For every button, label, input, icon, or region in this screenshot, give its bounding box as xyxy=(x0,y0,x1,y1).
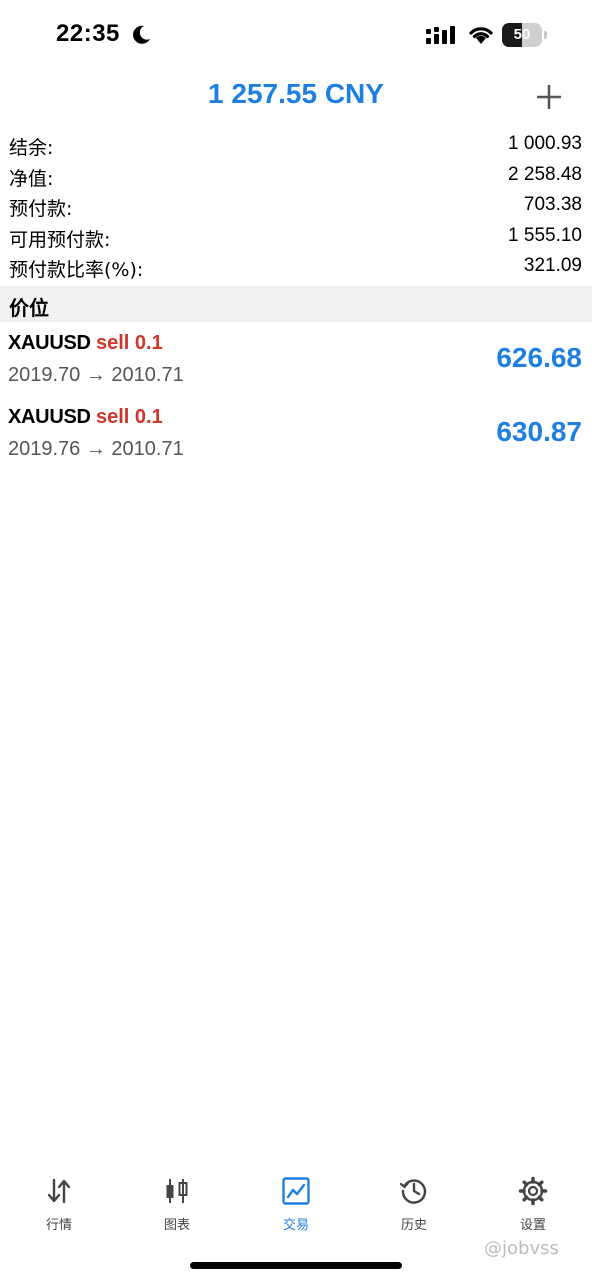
plus-icon[interactable] xyxy=(534,82,564,112)
summary-value: 703.38 xyxy=(523,194,582,215)
position-profit: 630.87 xyxy=(496,416,582,447)
battery-indicator: 50 xyxy=(502,23,548,47)
position-prices: 2019.76 → 2010.71 xyxy=(8,438,184,460)
status-bar: 22:35 50 xyxy=(0,0,592,70)
signal-icon xyxy=(426,26,455,44)
tab-label: 行情 xyxy=(45,1218,72,1233)
position-row[interactable]: XAUUSD sell 0.1 2019.70 → 2010.71 626.68 xyxy=(0,322,592,396)
tab-history[interactable]: 历史 xyxy=(355,1164,473,1234)
summary-value: 1 000.93 xyxy=(508,133,582,154)
quotes-arrows-icon xyxy=(47,1178,71,1204)
candlestick-icon xyxy=(166,1179,188,1203)
tab-charts[interactable]: 图表 xyxy=(118,1164,236,1234)
watermark: @jobvss xyxy=(484,1238,559,1259)
summary-value: 1 555.10 xyxy=(508,224,582,246)
battery-percent: 50 xyxy=(513,26,531,43)
status-time: 22:35 xyxy=(56,20,120,47)
tab-label: 图表 xyxy=(163,1218,190,1233)
tab-settings[interactable]: 设置 xyxy=(474,1164,592,1234)
position-type: sell 0.1 xyxy=(96,332,163,354)
position-profit: 626.68 xyxy=(496,342,582,373)
summary-value: 321.09 xyxy=(523,255,582,276)
summary-label: 预付款比率(%): xyxy=(9,259,144,281)
tab-label: 设置 xyxy=(519,1218,546,1233)
tab-quotes[interactable]: 行情 xyxy=(0,1164,118,1234)
position-symbol: XAUUSD xyxy=(8,406,91,428)
account-balance-title: 1 257.55 CNY xyxy=(208,78,384,109)
summary-label: 预付款: xyxy=(9,198,73,220)
wifi-icon xyxy=(469,27,493,44)
position-row[interactable]: XAUUSD sell 0.1 2019.76 → 2010.71 630.87 xyxy=(0,396,592,470)
tab-trade[interactable]: 交易 xyxy=(237,1164,355,1234)
positions-section-header: 价位 xyxy=(0,286,592,322)
moon-icon xyxy=(133,25,150,44)
history-clock-icon xyxy=(399,1179,427,1204)
trade-chart-icon xyxy=(282,1177,310,1205)
position-type: sell 0.1 xyxy=(96,406,163,428)
summary-row-free-margin: 可用预付款: 1 555.10 xyxy=(0,222,592,253)
home-indicator xyxy=(190,1262,402,1269)
summary-row-margin-level: 预付款比率(%): 321.09 xyxy=(0,252,592,283)
tab-bar: 行情 图表 交易 历史 设置 xyxy=(0,1164,592,1244)
summary-label: 结余: xyxy=(9,137,54,159)
positions-list: XAUUSD sell 0.1 2019.70 → 2010.71 626.68… xyxy=(0,322,592,470)
summary-value: 2 258.48 xyxy=(508,163,582,185)
account-summary: 结余: 1 000.93 净值: 2 258.48 预付款: 703.38 可用… xyxy=(0,130,592,283)
summary-label: 可用预付款: xyxy=(9,228,111,251)
summary-row-equity: 净值: 2 258.48 xyxy=(0,161,592,192)
section-title: 价位 xyxy=(9,296,49,320)
gear-icon xyxy=(518,1176,548,1206)
summary-label: 净值: xyxy=(9,167,54,190)
position-prices: 2019.70 → 2010.71 xyxy=(8,364,184,386)
tab-label: 历史 xyxy=(400,1218,427,1233)
tab-label: 交易 xyxy=(282,1218,309,1233)
summary-row-balance: 结余: 1 000.93 xyxy=(0,130,592,161)
summary-row-margin: 预付款: 703.38 xyxy=(0,191,592,222)
position-symbol: XAUUSD xyxy=(8,332,91,354)
header: 1 257.55 CNY xyxy=(0,70,592,122)
